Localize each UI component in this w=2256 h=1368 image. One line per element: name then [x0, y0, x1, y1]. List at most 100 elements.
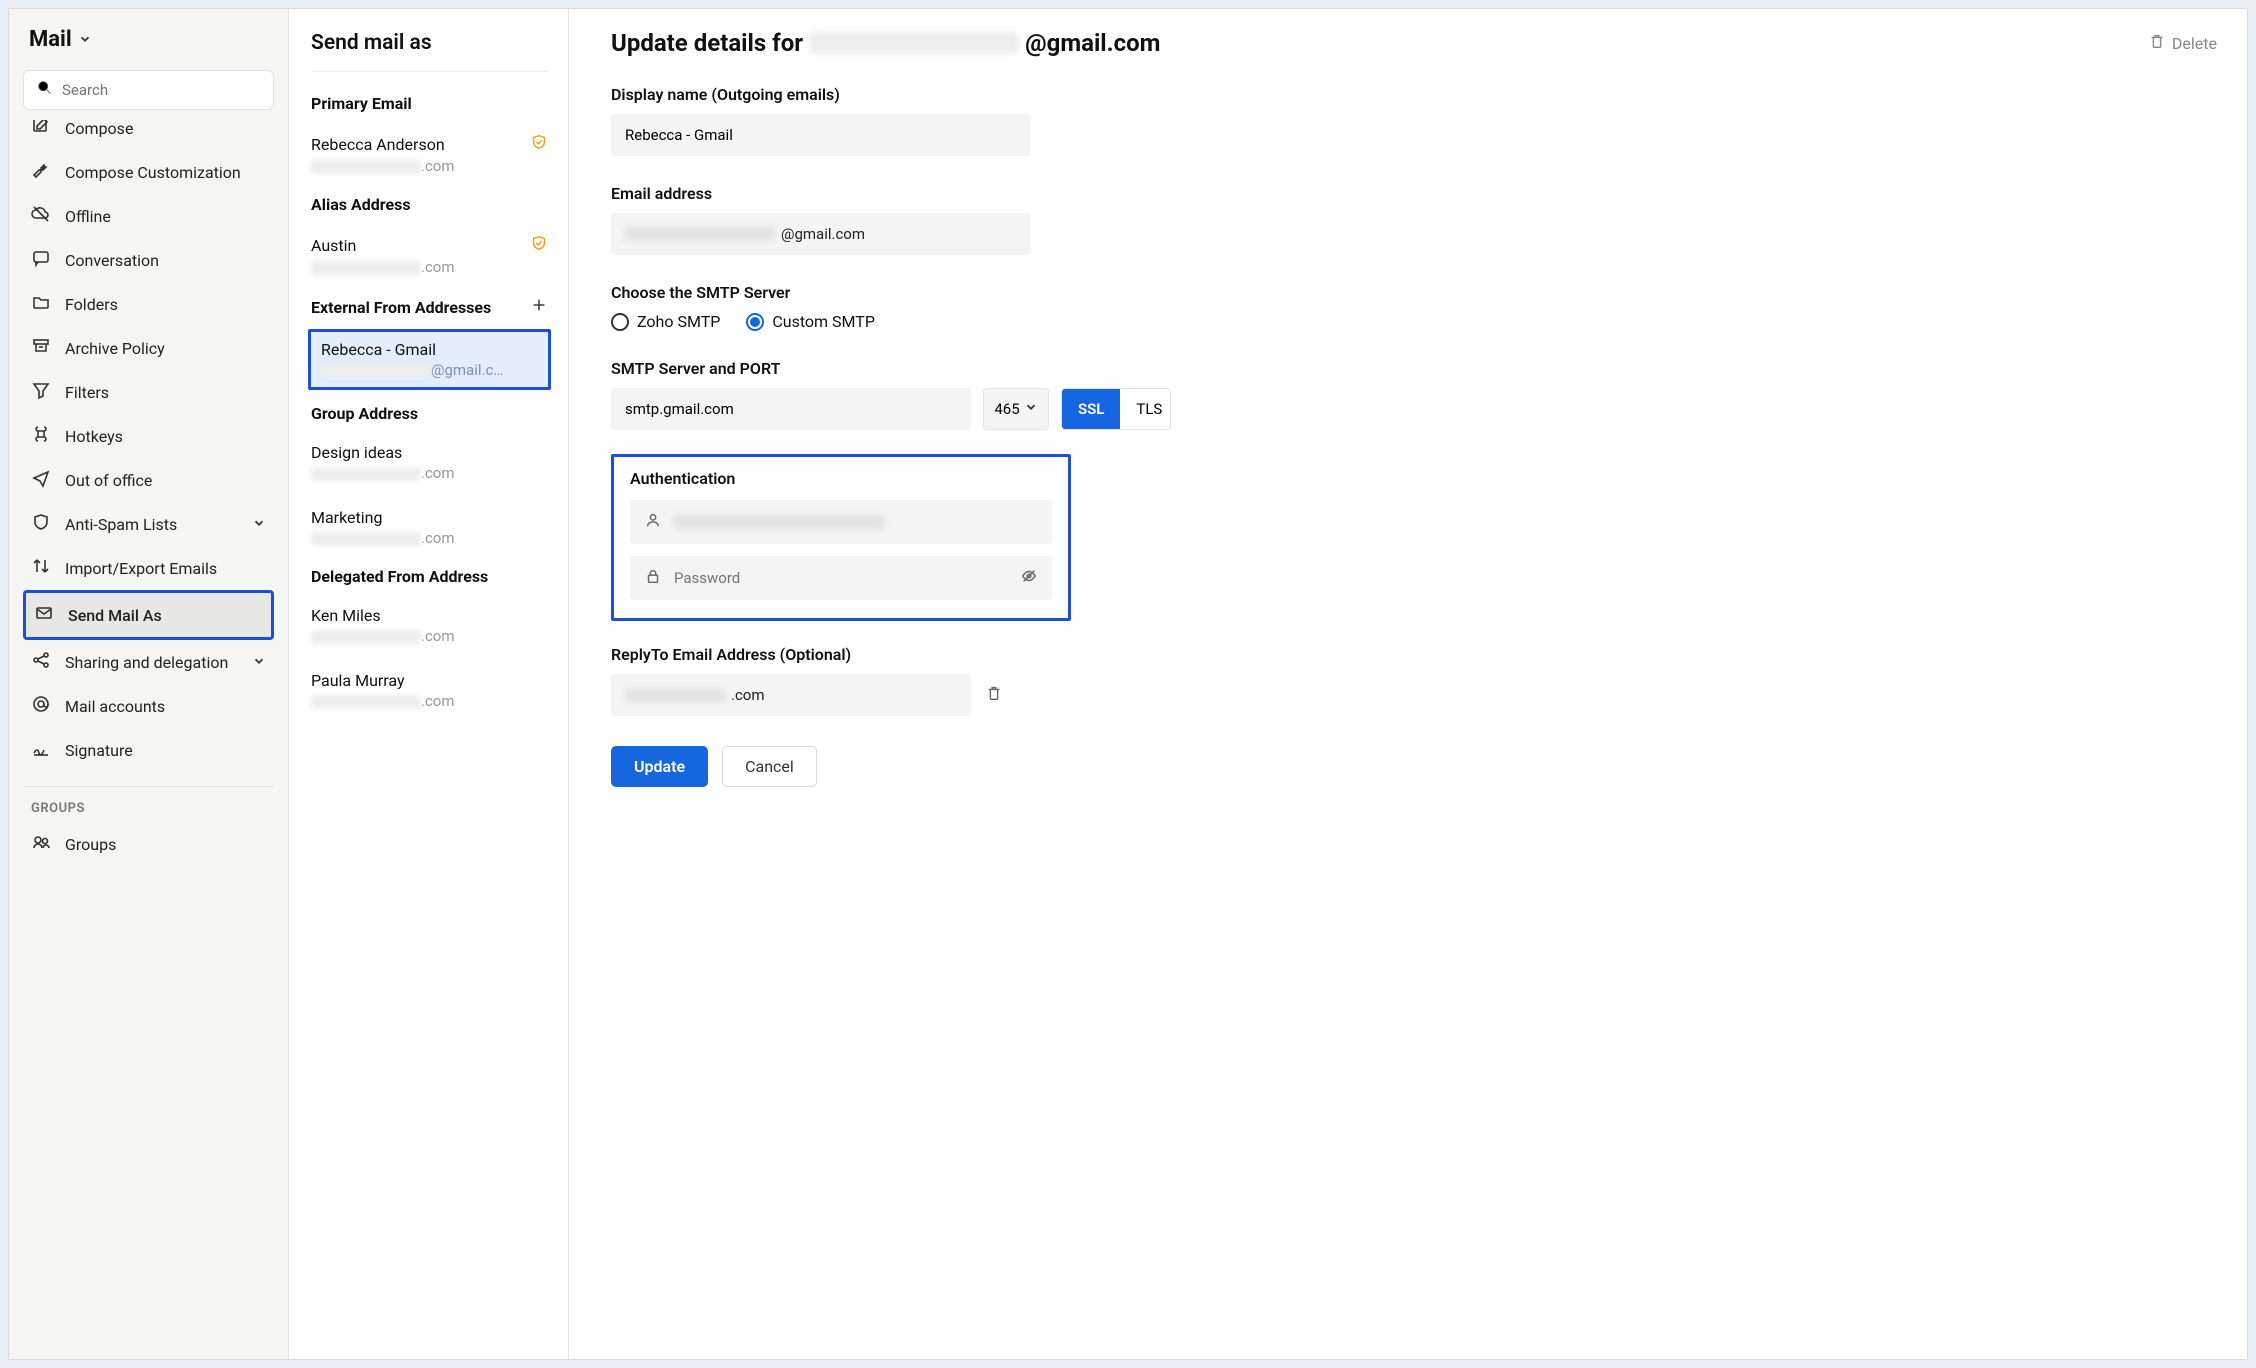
replyto-suffix: .com: [731, 686, 765, 704]
address-entry-marketing[interactable]: Marketing .com: [311, 502, 548, 567]
sidebar-item-label: Filters: [65, 383, 109, 402]
sidebar-item-signature[interactable]: Signature: [23, 728, 274, 772]
sidebar-title: Mail: [29, 27, 72, 52]
sidebar-item-compose[interactable]: Compose: [23, 120, 274, 150]
tls-button[interactable]: TLS: [1120, 389, 1171, 429]
at-icon: [31, 694, 51, 718]
mid-section-group: Group Address: [311, 404, 548, 423]
entry-name: Rebecca Anderson: [311, 135, 445, 154]
sidebar-item-compose-customization[interactable]: Compose Customization: [23, 150, 274, 194]
sidebar-item-archive-policy[interactable]: Archive Policy: [23, 326, 274, 370]
display-name-label: Display name (Outgoing emails): [611, 85, 1171, 104]
redacted-text: [625, 227, 775, 241]
authentication-block: Authentication: [611, 454, 1071, 621]
auth-username-field[interactable]: [630, 500, 1052, 544]
redacted-text: [311, 532, 421, 546]
send-mail-as-list: Send mail as Primary EmailRebecca Anders…: [289, 9, 569, 1359]
sidebar-item-sharing-and-delegation[interactable]: Sharing and delegation: [23, 640, 274, 684]
search-icon: [36, 79, 54, 101]
add-external-address-button[interactable]: [530, 296, 548, 318]
display-name-field[interactable]: [611, 114, 1031, 156]
sidebar-item-groups[interactable]: Groups: [23, 822, 274, 866]
command-icon: [31, 424, 51, 448]
mid-section-title-text: Delegated From Address: [311, 567, 488, 586]
radio-icon: [611, 313, 629, 331]
mid-section-external: External From Addresses: [311, 296, 548, 318]
auth-password-field[interactable]: [630, 556, 1052, 600]
update-button[interactable]: Update: [611, 746, 708, 787]
sidebar-item-anti-spam-lists[interactable]: Anti-Spam Lists: [23, 502, 274, 546]
mid-section-delegated: Delegated From Address: [311, 567, 548, 586]
address-entry-rebecca-anderson[interactable]: Rebecca Anderson.com: [311, 127, 548, 195]
display-name-input[interactable]: [625, 126, 1017, 144]
entry-name: Marketing: [311, 508, 382, 527]
smtp-host-label: SMTP Server and PORT: [611, 359, 1171, 378]
smtp-host-input[interactable]: [611, 388, 971, 430]
sidebar-item-conversation[interactable]: Conversation: [23, 238, 274, 282]
radio-zoho-smtp[interactable]: Zoho SMTP: [611, 312, 720, 331]
sidebar-item-label: Anti-Spam Lists: [65, 515, 177, 534]
redacted-text: [625, 688, 725, 702]
sidebar-item-send-mail-as[interactable]: Send Mail As: [23, 590, 274, 640]
ssl-button[interactable]: SSL: [1062, 389, 1120, 429]
sidebar-item-label: Hotkeys: [65, 427, 123, 446]
sidebar-item-folders[interactable]: Folders: [23, 282, 274, 326]
entry-suffix: .com: [421, 627, 455, 645]
sidebar-item-label: Send Mail As: [68, 606, 162, 625]
email-field[interactable]: @gmail.com: [611, 213, 1031, 255]
cancel-button[interactable]: Cancel: [722, 746, 817, 787]
replyto-field[interactable]: .com: [611, 674, 971, 716]
redacted-text: [311, 261, 421, 275]
entry-name: Design ideas: [311, 443, 402, 462]
entry-suffix: .com: [421, 692, 455, 710]
shield-icon: [31, 512, 51, 536]
signature-icon: [31, 738, 51, 762]
sidebar-item-label: Out of office: [65, 471, 152, 490]
page-title-suffix: @gmail.com: [1025, 29, 1160, 57]
plane-icon: [31, 468, 51, 492]
redacted-text: [321, 364, 431, 378]
sidebar-item-label: Offline: [65, 207, 111, 226]
sidebar-item-label: Conversation: [65, 251, 159, 270]
address-entry-paula-murray[interactable]: Paula Murray.com: [311, 665, 548, 730]
verified-shield-icon: [530, 234, 548, 256]
sidebar-item-label: Compose: [65, 120, 133, 138]
sidebar-item-import-export-emails[interactable]: Import/Export Emails: [23, 546, 274, 590]
folder-icon: [31, 292, 51, 316]
redacted-text: [311, 467, 421, 481]
lock-icon: [644, 567, 662, 589]
sidebar-item-mail-accounts[interactable]: Mail accounts: [23, 684, 274, 728]
address-entry-design-ideas[interactable]: Design ideas.com: [311, 437, 548, 502]
page-title-prefix: Update details for: [611, 29, 803, 57]
redacted-text: [311, 160, 421, 174]
replyto-delete-button[interactable]: [985, 684, 1003, 706]
eye-off-icon[interactable]: [1020, 567, 1038, 589]
chat-icon: [31, 248, 51, 272]
sidebar-title-dropdown[interactable]: Mail: [23, 27, 274, 70]
auth-password-input[interactable]: [674, 569, 1008, 587]
sidebar-item-out-of-office[interactable]: Out of office: [23, 458, 274, 502]
entry-suffix: @gmail.c…: [431, 361, 503, 379]
sidebar-search[interactable]: [23, 70, 274, 110]
mid-section-title-text: Alias Address: [311, 195, 411, 214]
settings-sidebar: Mail Compose Compose Customization Offline…: [9, 9, 289, 1359]
funnel-icon: [31, 380, 51, 404]
sidebar-item-offline[interactable]: Offline: [23, 194, 274, 238]
swap-icon: [31, 556, 51, 580]
entry-suffix: .com: [421, 529, 455, 547]
sidebar-item-hotkeys[interactable]: Hotkeys: [23, 414, 274, 458]
sidebar-item-filters[interactable]: Filters: [23, 370, 274, 414]
email-suffix: @gmail.com: [781, 225, 865, 243]
delete-label: Delete: [2172, 34, 2217, 53]
smtp-port-select[interactable]: 465: [983, 388, 1049, 430]
delete-button[interactable]: Delete: [2148, 32, 2217, 54]
address-entry-rebecca-gmail[interactable]: Rebecca - Gmail@gmail.c…: [308, 329, 551, 390]
address-entry-austin[interactable]: Austin.com: [311, 228, 548, 296]
groups-icon: [31, 832, 51, 856]
radio-custom-smtp[interactable]: Custom SMTP: [746, 312, 875, 331]
address-entry-ken-miles[interactable]: Ken Miles.com: [311, 600, 548, 665]
mid-section-title-text: External From Addresses: [311, 298, 491, 317]
replyto-label: ReplyTo Email Address (Optional): [611, 645, 1171, 664]
redacted-text: [311, 695, 421, 709]
search-input[interactable]: [62, 81, 261, 99]
